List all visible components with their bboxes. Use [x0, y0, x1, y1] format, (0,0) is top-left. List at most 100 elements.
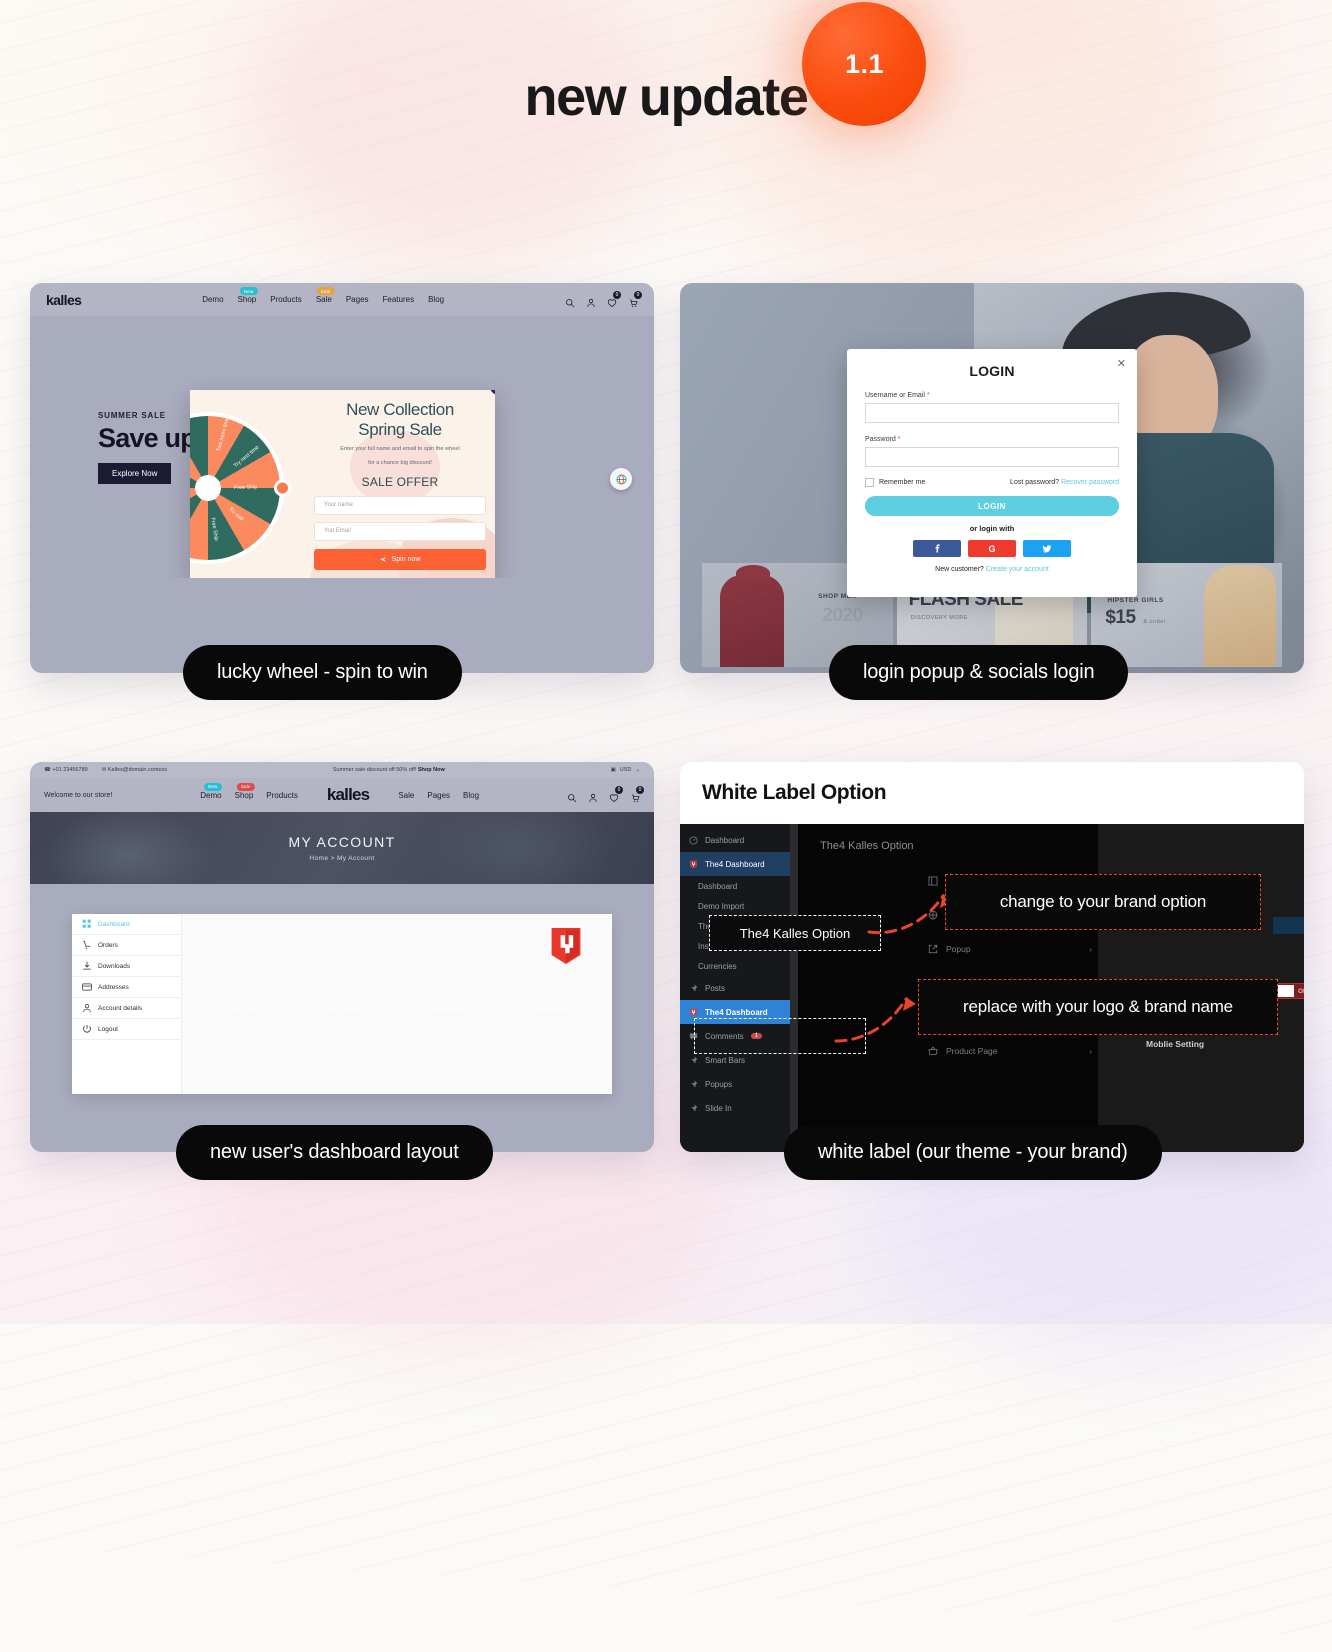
nav-item-pages[interactable]: Pages — [427, 791, 450, 800]
remember-me-checkbox[interactable]: Remember me — [865, 478, 925, 487]
close-icon[interactable]: ✕ — [1117, 359, 1126, 370]
user-icon[interactable] — [586, 295, 596, 307]
sidebar-item-posts[interactable]: Posts — [680, 976, 790, 1000]
page-root: new update 1.1 kalles Demo New Shop Produ… — [0, 0, 1332, 1652]
facebook-icon — [935, 544, 940, 553]
facebook-login-button[interactable] — [913, 540, 961, 557]
password-input[interactable] — [865, 447, 1119, 467]
language-globe-icon[interactable] — [610, 468, 632, 490]
caption-login-popup: login popup & socials login — [829, 645, 1129, 700]
the4-logo-icon — [690, 860, 697, 868]
sidebar-subitem-dashboard[interactable]: Dashboard — [680, 876, 790, 896]
sidebar-item-orders[interactable]: Orders — [72, 935, 181, 956]
nav-item-shop[interactable]: New Shop — [238, 287, 258, 304]
sidebar-item-addresses[interactable]: Addresses — [72, 977, 181, 998]
hero-headline: Save up — [98, 423, 197, 453]
search-icon[interactable] — [565, 295, 575, 307]
sidebar-subitem-currencies[interactable]: Currencies — [680, 956, 790, 976]
close-icon[interactable]: ✕ — [490, 390, 495, 395]
nav-item-sale[interactable]: Sale Sale — [316, 287, 335, 304]
spin-now-button[interactable]: Spin now — [314, 548, 486, 570]
sidebar-label: Dashboard — [698, 881, 738, 891]
nav-item-products[interactable]: Products — [270, 295, 302, 304]
badge-sale: Sale — [316, 287, 335, 295]
popup-title-line2: Spring Sale — [358, 419, 442, 439]
option-item-product-page[interactable]: Product Page › — [928, 1034, 1098, 1068]
pin-icon — [690, 984, 698, 992]
cart-icon[interactable]: 0 — [628, 290, 642, 307]
promo-text: Summer sale discount off 50% off! — [332, 767, 417, 773]
cart-icon — [83, 940, 91, 949]
sidebar-item-account-details[interactable]: Account details — [72, 998, 181, 1019]
badge-new: New — [203, 782, 222, 791]
option-label: Popup — [946, 944, 971, 954]
promo-cta-link[interactable]: Shop Now — [418, 767, 445, 773]
wishlist-icon[interactable]: 0 — [609, 786, 623, 802]
storefront-login-preview: SHOP MEN 2020 SHOP WOMEN FLASH SALE DISC… — [680, 283, 1304, 673]
wheel-disc: Two more times Try next time Free Ship S… — [190, 414, 280, 560]
sidebar-item-dashboard[interactable]: Dashboard — [680, 828, 790, 852]
google-icon: G — [988, 543, 996, 554]
site-width-field[interactable] — [1273, 917, 1304, 934]
nav-item-pages[interactable]: Pages — [346, 295, 369, 304]
option-item-popup[interactable]: Popup › — [928, 932, 1098, 966]
wheel-segment-label: Try next time — [232, 444, 261, 470]
cart-icon[interactable]: 0 — [630, 786, 644, 802]
sidebar-divider — [790, 824, 798, 1152]
nav-item-demo[interactable]: Demo — [202, 295, 223, 304]
sidebar-label: Currencies — [698, 961, 737, 971]
globe-icon — [928, 910, 938, 920]
sidebar-item-dashboard[interactable]: Dashboard — [72, 914, 181, 935]
popup-subtitle-line1: Enter your full name and email to spin t… — [340, 446, 460, 453]
caption-white-label: white label (our theme - your brand) — [784, 1125, 1162, 1180]
lucky-wheel-form: New Collection Spring Sale Enter your fu… — [314, 400, 486, 570]
nav-item-demo[interactable]: New Demo — [200, 782, 222, 800]
email-input[interactable]: You Email — [314, 521, 486, 541]
wheel-segment-label: Two more times — [215, 414, 232, 453]
page-title: MY ACCOUNT — [288, 834, 396, 850]
caption-lucky-wheel: lucky wheel - spin to win — [183, 645, 462, 700]
banner-sub: & under — [1143, 619, 1167, 625]
sidebar-label: Addresses — [98, 983, 129, 991]
sale-offer-heading: SALE OFFER — [361, 474, 439, 489]
nav-item-blog[interactable]: Blog — [463, 791, 479, 800]
twitter-icon — [1042, 544, 1052, 552]
banner-headline: $15 — [1105, 607, 1136, 628]
required-mark: * — [897, 436, 901, 443]
nav-item-products[interactable]: Products — [266, 791, 298, 800]
sidebar-item-popups[interactable]: Popups — [680, 1072, 790, 1096]
nav-item-shop[interactable]: Sale Shop — [235, 782, 255, 800]
nav-item-features[interactable]: Features — [383, 295, 415, 304]
highlight-the4-dashboard — [694, 1018, 866, 1054]
sidebar-item-slide-in[interactable]: Slide In — [680, 1096, 790, 1120]
chevron-right-icon: › — [1089, 1046, 1092, 1056]
wishlist-icon[interactable]: 0 — [607, 290, 621, 307]
sidebar-label: The4 Dashboard — [705, 1007, 768, 1017]
sidebar-item-logout[interactable]: Logout — [72, 1019, 181, 1040]
create-account-link[interactable]: Create your account — [986, 566, 1049, 573]
account-dashboard-panel: Dashboard Orders Downloads Addresses Acc… — [72, 914, 612, 1094]
search-icon[interactable] — [567, 790, 577, 803]
sidebar-item-downloads[interactable]: Downloads — [72, 956, 181, 977]
breadcrumb-separator: > — [330, 855, 335, 862]
username-input[interactable] — [865, 403, 1119, 423]
storefront-icons: 0 0 — [567, 786, 644, 803]
the4-logo-icon — [551, 928, 581, 964]
google-login-button[interactable]: G — [968, 540, 1016, 557]
breadcrumb-home[interactable]: Home — [309, 855, 328, 862]
nav-item-blog[interactable]: Blog — [428, 295, 444, 304]
login-popup: ✕ LOGIN Username or Email * Password * R… — [847, 349, 1137, 597]
login-button[interactable]: LOGIN — [865, 496, 1119, 516]
preloader-toggle[interactable]: OFF — [1274, 983, 1304, 999]
spin-now-label: Spin now — [391, 555, 421, 563]
name-input[interactable]: Your name — [314, 495, 486, 515]
prize-wheel[interactable]: Two more times Try next time Free Ship S… — [190, 412, 291, 564]
twitter-login-button[interactable] — [1023, 540, 1071, 557]
nav-item-sale[interactable]: Sale — [398, 791, 414, 800]
user-icon[interactable] — [588, 790, 598, 803]
sidebar-subitem-demo-import[interactable]: Demo Import — [680, 896, 790, 916]
checkbox-icon[interactable] — [865, 478, 874, 487]
sidebar-item-the4-dashboard[interactable]: The4 Dashboard — [680, 852, 790, 876]
currency-selector[interactable]: ▣ USD ⌄ — [611, 767, 640, 773]
recover-password-link[interactable]: Recover password — [1061, 479, 1119, 486]
